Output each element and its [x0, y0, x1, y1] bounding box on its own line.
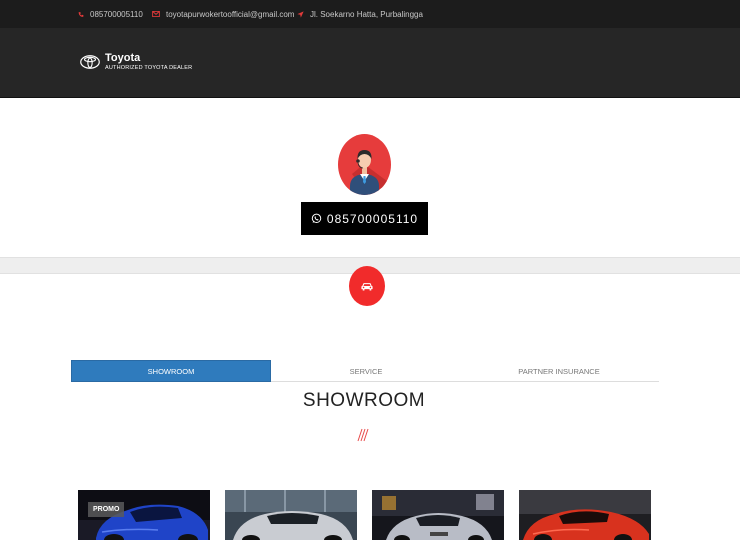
topbar-phone-text: 085700005110	[90, 9, 143, 19]
showroom-tabs: SHOWROOM SERVICE PARTNER INSURANCE	[71, 360, 659, 382]
car-badge	[349, 266, 385, 306]
tab-label: SHOWROOM	[147, 366, 195, 376]
car-card[interactable]: PROMO	[78, 490, 210, 540]
whatsapp-number: 085700005110	[326, 211, 419, 226]
envelope-icon	[152, 11, 160, 17]
toyota-logo-icon	[80, 55, 100, 69]
phone-icon	[78, 11, 84, 17]
car-card[interactable]	[372, 490, 504, 540]
car-icon	[361, 282, 373, 290]
brand-logo[interactable]: Toyota AUTHORIZED TOYOTA DEALER	[80, 52, 192, 72]
tab-service[interactable]: SERVICE	[266, 360, 466, 382]
tab-label: PARTNER INSURANCE	[518, 366, 600, 376]
site-header: Toyota AUTHORIZED TOYOTA DEALER	[0, 28, 740, 98]
topbar-address[interactable]: Jl. Soekarno Hatta, Purbalingga	[297, 0, 423, 28]
topbar-email[interactable]: toyotapurwokertoofficial@gmail.com	[152, 0, 294, 28]
sales-agent-avatar	[338, 134, 391, 195]
topbar-email-text: toyotapurwokertoofficial@gmail.com	[166, 9, 295, 19]
car-image	[519, 490, 651, 540]
topbar-address-text: Jl. Soekarno Hatta, Purbalingga	[310, 9, 423, 19]
section-title: SHOWROOM	[302, 390, 426, 411]
whatsapp-icon	[311, 213, 322, 224]
car-image	[225, 490, 357, 540]
promo-badge: PROMO	[88, 502, 125, 517]
tab-partner-insurance[interactable]: PARTNER INSURANCE	[459, 360, 659, 382]
whatsapp-button[interactable]: 085700005110	[301, 202, 428, 235]
topbar-phone[interactable]: 085700005110	[78, 0, 143, 28]
tab-label: SERVICE	[349, 366, 383, 376]
car-card[interactable]	[225, 490, 357, 540]
car-card[interactable]	[519, 490, 651, 540]
brand-title: Toyota	[105, 52, 141, 64]
car-image	[372, 490, 504, 540]
tab-showroom[interactable]: SHOWROOM	[71, 360, 271, 382]
top-contact-bar: 085700005110 toyotapurwokertoofficial@gm…	[0, 0, 740, 28]
location-arrow-icon	[297, 10, 304, 18]
brand-subtitle: AUTHORIZED TOYOTA DEALER	[105, 65, 193, 71]
decorative-slashes	[357, 428, 369, 442]
